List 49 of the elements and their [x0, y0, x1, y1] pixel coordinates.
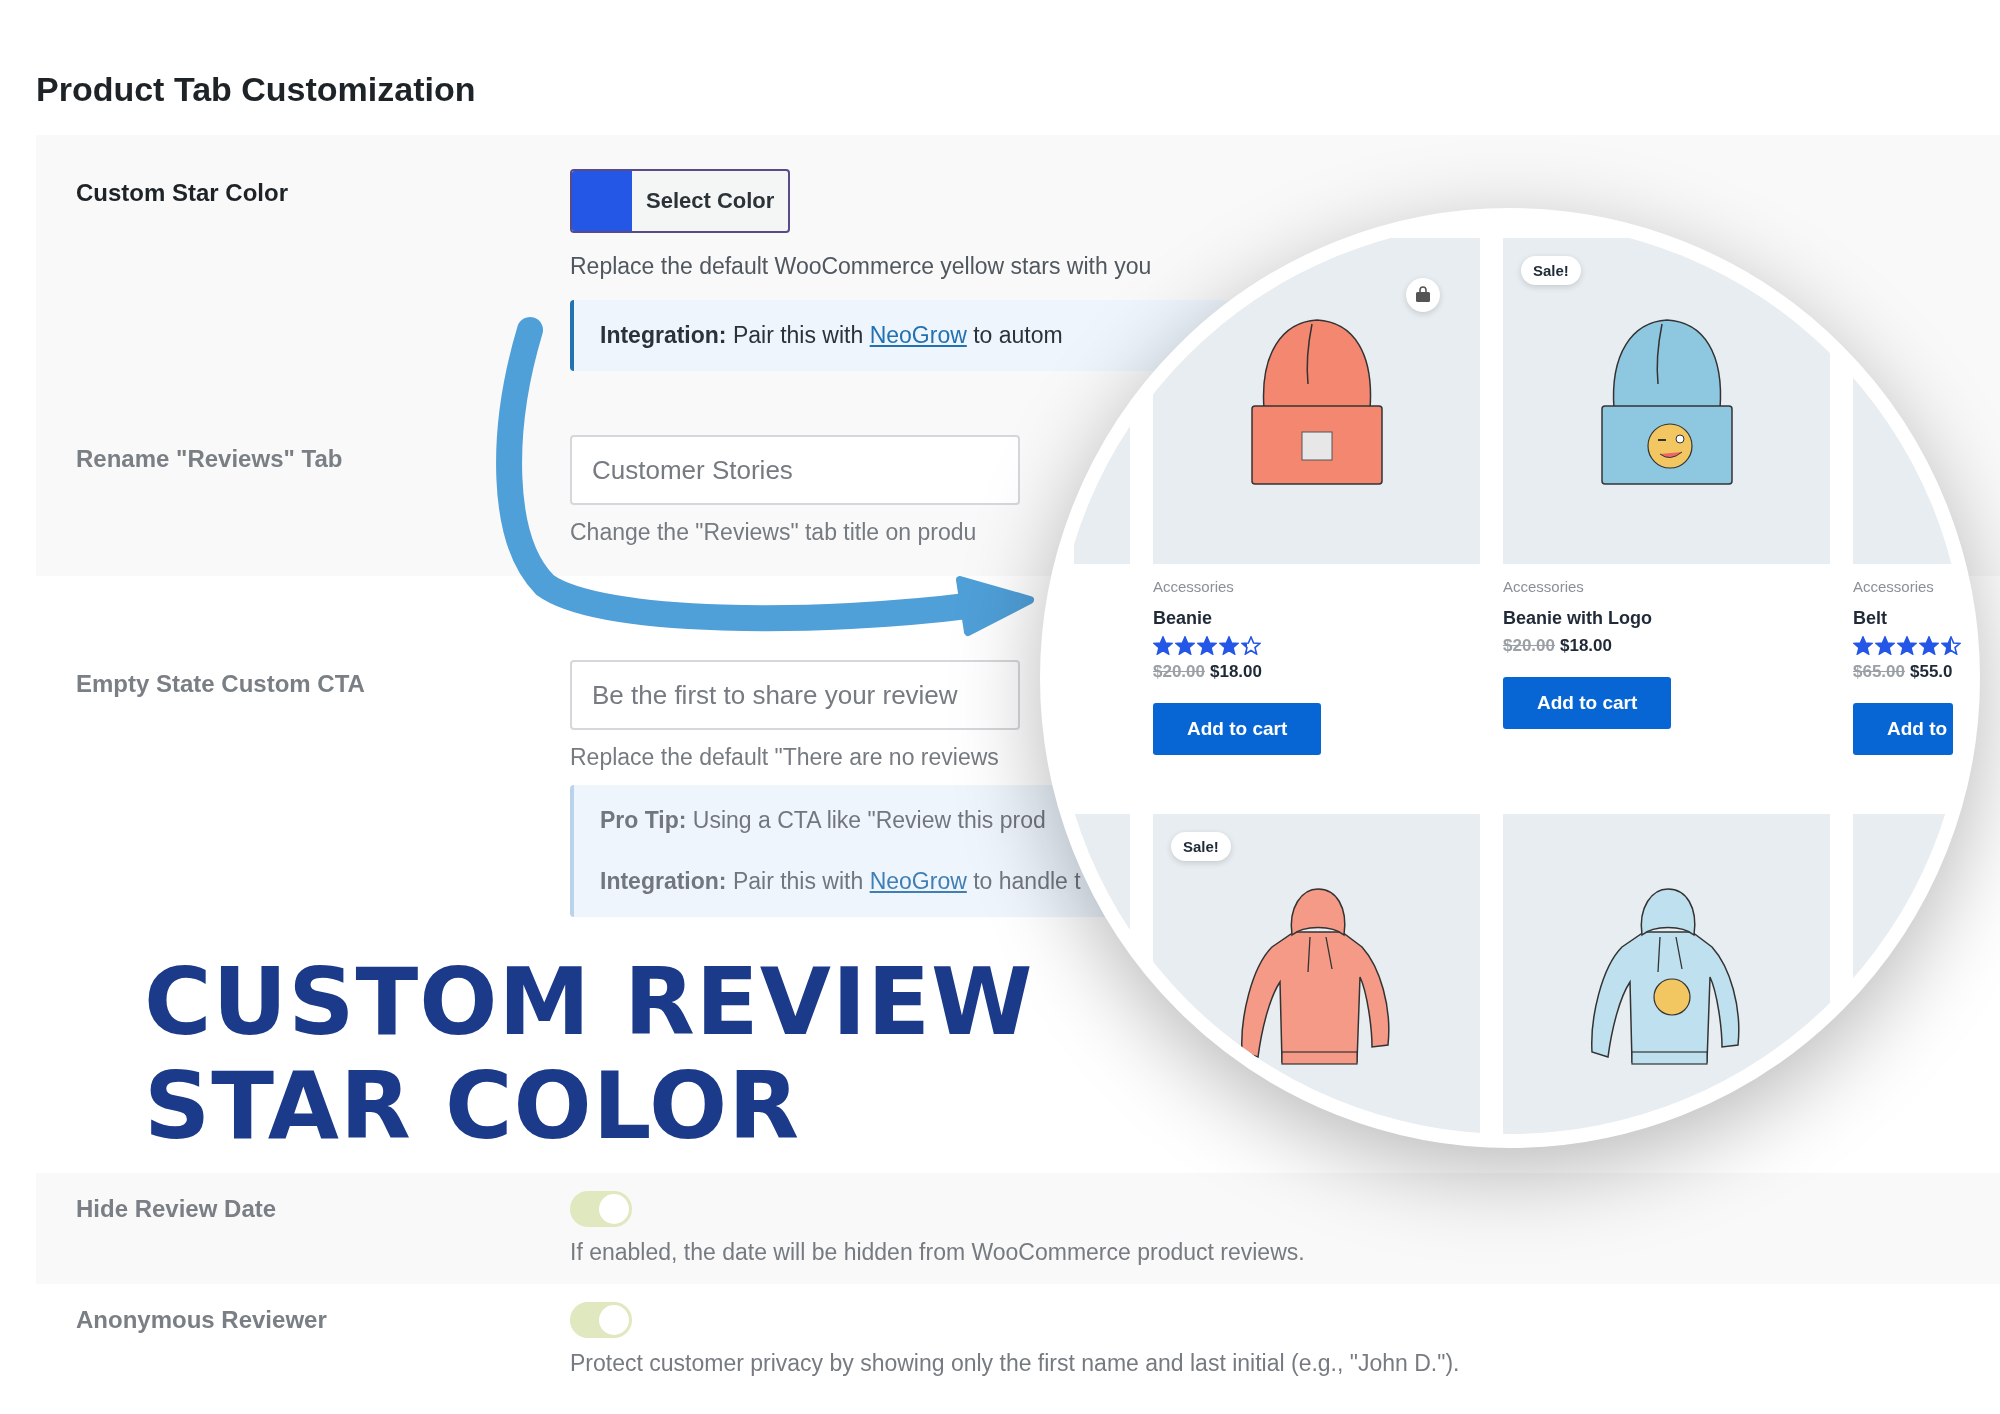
- setting-label: Empty State Custom CTA: [75, 669, 366, 699]
- toggle-switch[interactable]: [570, 1302, 632, 1338]
- star-icon: [1941, 636, 1961, 655]
- notice-text: Pro Tip: Using a CTA like "Review this prod: [600, 807, 1047, 834]
- sale-price: $18.00: [1210, 662, 1262, 682]
- star-icon: [1153, 636, 1173, 655]
- old-price: $20.00: [1153, 662, 1205, 682]
- text-link[interactable]: NeoGrow: [869, 868, 967, 894]
- product-category: Accessories: [1853, 578, 1934, 595]
- field-hint: Change the "Reviews" tab title on produ: [570, 519, 977, 546]
- headline: CUSTOM REVIEW: [144, 951, 1034, 1055]
- star-icon: [1197, 636, 1217, 655]
- text-link[interactable]: NeoGrow: [869, 322, 967, 348]
- field-hint: If enabled, the date will be hidden from WooCommerce product reviews.: [570, 1239, 1305, 1266]
- star-icon: [1175, 636, 1195, 655]
- field-hint: Replace the default "There are no reviews: [570, 744, 999, 771]
- sale-price: $18.00: [1560, 636, 1612, 656]
- color-picker-button[interactable]: Select Color: [570, 169, 791, 233]
- bag-button[interactable]: [1406, 278, 1440, 312]
- old-price: $20.00: [1503, 636, 1555, 656]
- star-icon: [1219, 636, 1239, 655]
- star-icon: [1919, 636, 1939, 655]
- field-hint: Replace the default WooCommerce yellow stars with you: [570, 253, 1152, 280]
- product-category: Accessories: [1153, 578, 1234, 595]
- field-hint: Protect customer privacy by showing only the first name and last initial (e.g., "John D.").: [570, 1350, 1460, 1377]
- toggle-switch[interactable]: [570, 1191, 632, 1227]
- star-icon: [1853, 636, 1873, 655]
- add-to-cart-button[interactable]: Add to cart: [1153, 703, 1322, 755]
- page-title: Product Tab Customization: [36, 70, 477, 109]
- product-name[interactable]: Beanie with Logo: [1503, 608, 1652, 629]
- star-icon: [1875, 636, 1895, 655]
- sale-price: $55.0: [1910, 662, 1953, 682]
- headline: STAR COLOR: [144, 1055, 801, 1159]
- setting-label: Anonymous Reviewer: [75, 1305, 328, 1335]
- add-to-cart-button[interactable]: Add to: [1853, 703, 1954, 755]
- text-input[interactable]: Customer Stories: [570, 435, 1020, 505]
- text-input[interactable]: Be the first to share your review: [570, 660, 1020, 730]
- sale-badge: Sale!: [1521, 256, 1581, 285]
- star-icon: [1241, 636, 1261, 655]
- old-price: $65.00: [1853, 662, 1905, 682]
- sale-badge: Sale!: [1171, 832, 1231, 861]
- setting-label: Hide Review Date: [75, 1194, 278, 1224]
- product-name[interactable]: Beanie: [1153, 608, 1213, 629]
- star-icon: [1897, 636, 1917, 655]
- product-category: Accessories: [1503, 578, 1584, 595]
- setting-label: Custom Star Color: [75, 178, 289, 208]
- setting-label: Rename "Reviews" Tab: [75, 444, 344, 474]
- product-name[interactable]: Belt: [1853, 608, 1887, 629]
- add-to-cart-button[interactable]: Add to cart: [1503, 677, 1672, 729]
